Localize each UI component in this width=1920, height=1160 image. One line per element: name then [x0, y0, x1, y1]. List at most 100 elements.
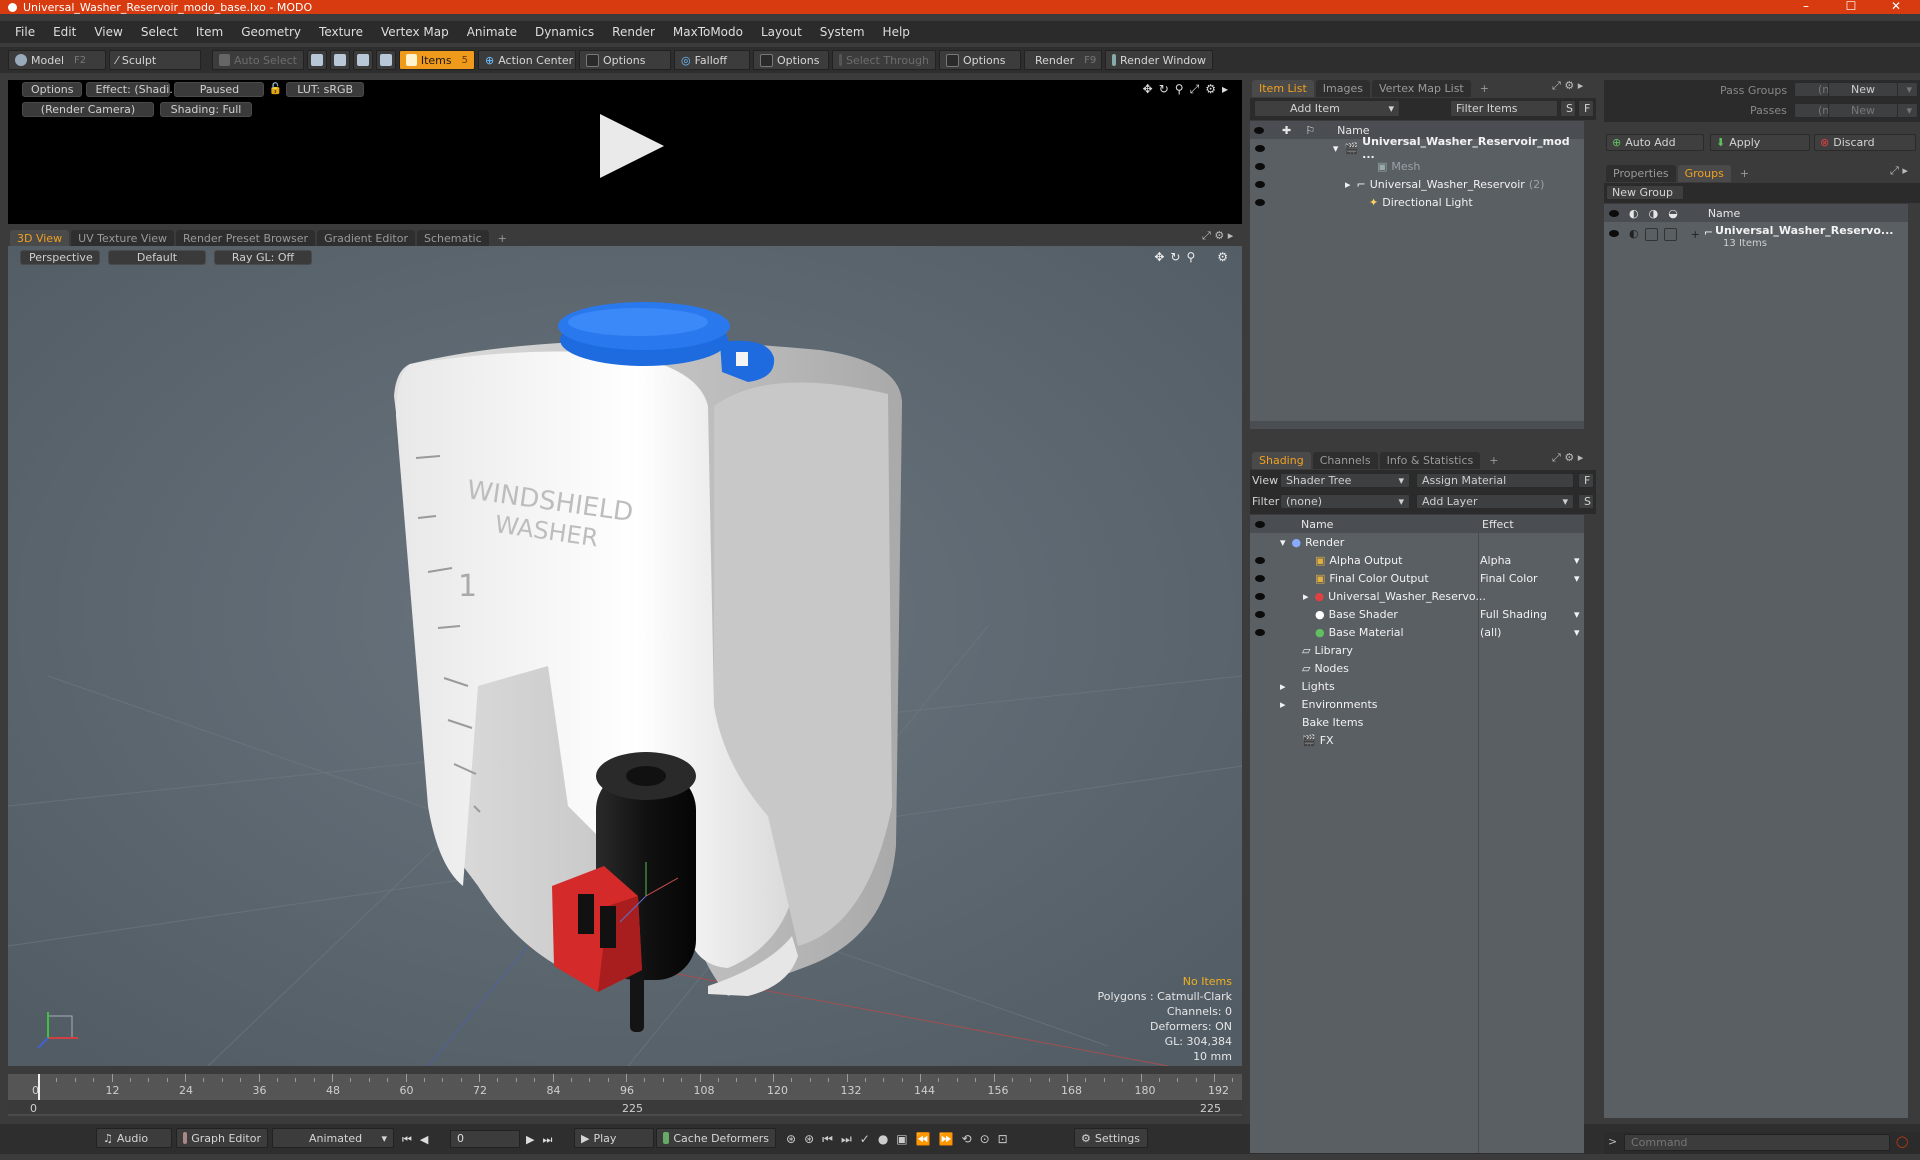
menu-render[interactable]: Render: [603, 25, 664, 39]
arrow-right-icon[interactable]: ▸: [1578, 451, 1584, 464]
key-icon[interactable]: ⊛: [786, 1132, 796, 1147]
visibility-eye-icon[interactable]: [1255, 144, 1265, 152]
shader-row-final-color-output[interactable]: ▣ Final Color Output Final Color ▾: [1250, 569, 1584, 587]
command-history-icon[interactable]: ◯: [1896, 1135, 1908, 1148]
preview-shading-dropdown[interactable]: Shading: Full: [160, 102, 252, 117]
shader-row-bake-items[interactable]: Bake Items: [1250, 713, 1584, 731]
tab-item-list[interactable]: Item List: [1252, 80, 1314, 97]
filter-s-button[interactable]: S: [1560, 100, 1576, 117]
rotate-icon[interactable]: ↻: [1159, 82, 1169, 97]
prev-key-icon[interactable]: ⏮: [822, 1132, 833, 1147]
expand-arrow-icon[interactable]: ▸: [1280, 698, 1286, 711]
render-toggle-icon[interactable]: ◐: [1629, 227, 1639, 240]
expand-icon[interactable]: ⤢: [1890, 164, 1899, 177]
falloff-options-button[interactable]: Options: [753, 50, 829, 70]
materials-mode-button[interactable]: [376, 50, 396, 70]
preview-camera-dropdown[interactable]: (Render Camera): [22, 102, 154, 117]
tab-shading[interactable]: Shading: [1252, 452, 1311, 469]
shader-row-library[interactable]: ▱ Library: [1250, 641, 1584, 659]
rotate-icon[interactable]: ↻: [1170, 250, 1180, 264]
visibility-eye-icon[interactable]: [1255, 162, 1265, 170]
visibility-eye-icon[interactable]: [1255, 610, 1265, 618]
gear-icon[interactable]: ⚙: [1205, 82, 1216, 97]
dropdown-arrow-icon[interactable]: ▾: [1574, 554, 1580, 567]
tab-images[interactable]: Images: [1315, 80, 1370, 97]
add-tab-icon[interactable]: +: [491, 230, 514, 247]
shader-row-environments[interactable]: ▸ Environments: [1250, 695, 1584, 713]
visibility-eye-icon[interactable]: [1255, 574, 1265, 582]
preview-effect-dropdown[interactable]: Effect: (Shadi...: [86, 82, 180, 97]
graph-editor-button[interactable]: Graph Editor: [176, 1128, 268, 1148]
menu-view[interactable]: View: [85, 25, 131, 39]
shader-row-render[interactable]: ▾ ● Render: [1250, 533, 1584, 551]
frame-input[interactable]: 0: [450, 1130, 520, 1148]
menu-vertex-map[interactable]: Vertex Map: [372, 25, 458, 39]
item-list-scrollbar[interactable]: [1250, 421, 1584, 429]
loop-icon[interactable]: ⟲: [962, 1132, 972, 1147]
step-forward-icon[interactable]: ▶: [526, 1133, 534, 1147]
arrow-right-icon[interactable]: ▸: [1228, 229, 1234, 242]
lock-toggle[interactable]: [1644, 228, 1658, 241]
tab-render-preset-browser[interactable]: Render Preset Browser: [176, 230, 316, 247]
action-center-button[interactable]: ⊕ Action Center: [478, 50, 576, 70]
expand-arrow-icon[interactable]: ▸: [1303, 590, 1309, 603]
new-pass-button[interactable]: New: [1828, 103, 1898, 118]
shader-row-nodes[interactable]: ▱ Nodes: [1250, 659, 1584, 677]
menu-geometry[interactable]: Geometry: [232, 25, 310, 39]
select-through-button[interactable]: Select Through: [832, 50, 936, 70]
visibility-eye-icon[interactable]: [1255, 628, 1265, 636]
select-through-options-button[interactable]: Options: [939, 50, 1021, 70]
gear-icon[interactable]: ⚙: [1214, 229, 1224, 242]
zoom-icon[interactable]: ⚲: [1186, 250, 1195, 264]
action-center-options-button[interactable]: Options: [579, 50, 671, 70]
shader-tree-dropdown[interactable]: Shader Tree ▾: [1280, 473, 1410, 488]
shading-f-button[interactable]: F: [1578, 473, 1594, 488]
sculpt-mode-button[interactable]: ⁄ Sculpt: [109, 50, 201, 70]
settings-button[interactable]: ⚙ Settings: [1074, 1128, 1148, 1148]
shader-row-alpha-output[interactable]: ▣ Alpha Output Alpha ▾: [1250, 551, 1584, 569]
visibility-eye-icon[interactable]: [1255, 592, 1265, 600]
item-row-group[interactable]: ▸ ⌐ Universal_Washer_Reservoir (2): [1250, 175, 1584, 193]
expand-arrow-icon[interactable]: ▸: [1280, 680, 1286, 693]
menu-file[interactable]: File: [6, 25, 44, 39]
tab-3d-view[interactable]: 3D View: [10, 230, 70, 247]
new-pass-group-button[interactable]: New: [1828, 82, 1898, 97]
expand-arrow-icon[interactable]: ▾: [1333, 142, 1339, 155]
shader-row-fx[interactable]: 🎬 FX: [1250, 731, 1584, 749]
shader-row-lights[interactable]: ▸ Lights: [1250, 677, 1584, 695]
filter-f-button[interactable]: F: [1578, 100, 1594, 117]
menu-maxtomodo[interactable]: MaxToModo: [664, 25, 752, 39]
gear-icon[interactable]: ⚙: [1564, 451, 1574, 464]
animated-dropdown[interactable]: Animated ▾: [272, 1128, 394, 1148]
assign-material-button[interactable]: Assign Material: [1416, 473, 1574, 488]
expand-icon[interactable]: ⤢: [1552, 79, 1561, 92]
items-mode-button[interactable]: Items 5: [399, 50, 475, 70]
snap-icon[interactable]: ⊙: [980, 1132, 990, 1147]
preview-paused-button[interactable]: Paused: [174, 82, 265, 97]
key-all-icon[interactable]: ⊛: [804, 1132, 814, 1147]
menu-item[interactable]: Item: [187, 25, 232, 39]
menu-edit[interactable]: Edit: [44, 25, 85, 39]
play-icon[interactable]: [600, 114, 664, 178]
expand-arrow-icon[interactable]: ▸: [1345, 178, 1351, 191]
menu-system[interactable]: System: [811, 25, 874, 39]
auto-select-button[interactable]: Auto Select: [212, 50, 304, 70]
gear-icon[interactable]: ⚙: [1217, 250, 1228, 264]
expand-arrow-icon[interactable]: ▾: [1280, 536, 1286, 549]
step-back-icon[interactable]: ◀: [420, 1133, 428, 1147]
new-group-button[interactable]: New Group: [1606, 185, 1684, 200]
move-icon[interactable]: ✥: [1154, 250, 1164, 264]
tab-gradient-editor[interactable]: Gradient Editor: [317, 230, 415, 247]
dropdown-arrow-icon[interactable]: ▾: [1574, 608, 1580, 621]
menu-dynamics[interactable]: Dynamics: [526, 25, 603, 39]
model-mode-button[interactable]: Model F2: [8, 50, 106, 70]
menu-animate[interactable]: Animate: [458, 25, 526, 39]
auto-add-button[interactable]: ⊕ Auto Add: [1606, 134, 1704, 151]
visibility-eye-icon[interactable]: [1255, 198, 1265, 206]
key-filter-icon[interactable]: ▣: [896, 1132, 907, 1147]
menu-texture[interactable]: Texture: [310, 25, 372, 39]
shader-row-material-group[interactable]: ▸ ● Universal_Washer_Reservo...: [1250, 587, 1584, 605]
add-item-dropdown[interactable]: Add Item ▾: [1254, 100, 1400, 117]
play-button[interactable]: ▶ Play: [574, 1128, 654, 1148]
options-icon[interactable]: ⊡: [998, 1132, 1008, 1147]
